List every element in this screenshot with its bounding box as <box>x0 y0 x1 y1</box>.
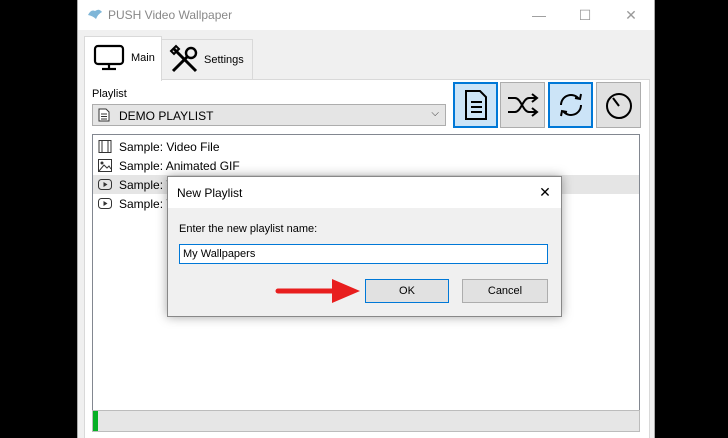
youtube-icon <box>98 198 112 209</box>
close-button[interactable]: ✕ <box>608 0 654 30</box>
list-item[interactable]: Sample: Animated GIF <box>93 156 639 175</box>
title-bar: PUSH Video Wallpaper — ☐ ✕ <box>78 0 654 30</box>
dialog-title-bar: New Playlist ✕ <box>168 177 561 208</box>
playlist-doc-icon <box>98 108 110 122</box>
youtube-icon <box>98 179 112 190</box>
ok-button[interactable]: OK <box>365 279 449 303</box>
tab-settings-label: Settings <box>204 54 244 66</box>
shuffle-icon <box>507 93 539 117</box>
playlist-name-input[interactable] <box>179 244 548 264</box>
list-item-label: Sample: Animated GIF <box>119 159 240 173</box>
list-item-label: Sample: Video File <box>119 140 220 154</box>
image-icon <box>98 159 112 172</box>
maximize-button[interactable]: ☐ <box>562 0 608 30</box>
dialog-title: New Playlist <box>177 186 243 200</box>
close-icon: ✕ <box>539 184 551 200</box>
window-title: PUSH Video Wallpaper <box>108 8 233 22</box>
document-icon <box>464 90 487 120</box>
progress-fill <box>93 411 99 431</box>
progress-bar <box>92 410 640 432</box>
playlist-label: Playlist <box>92 88 127 100</box>
tab-strip: Main Settings <box>78 30 654 81</box>
list-item-label: Sample: Y <box>119 197 175 211</box>
app-logo-icon <box>88 9 102 19</box>
new-playlist-dialog: New Playlist ✕ Enter the new playlist na… <box>167 176 562 317</box>
playlist-button[interactable] <box>453 82 498 128</box>
tab-settings[interactable]: Settings <box>161 39 253 80</box>
playlist-select[interactable]: DEMO PLAYLIST ⌵ <box>92 104 446 126</box>
timer-button[interactable] <box>596 82 641 128</box>
chevron-down-icon: ⌵ <box>431 108 439 119</box>
timer-icon <box>605 93 632 119</box>
close-icon: ✕ <box>625 6 637 23</box>
dialog-prompt: Enter the new playlist name: <box>179 223 318 235</box>
repeat-icon <box>559 93 582 117</box>
minimize-button[interactable]: — <box>516 0 562 30</box>
dialog-close-button[interactable]: ✕ <box>529 177 561 208</box>
tools-icon <box>169 44 198 73</box>
monitor-icon <box>93 44 125 71</box>
list-item-label: Sample: Y <box>119 178 175 192</box>
film-icon <box>98 140 112 153</box>
repeat-button[interactable] <box>548 82 593 128</box>
playlist-selected-value: DEMO PLAYLIST <box>119 109 214 123</box>
red-arrow-icon <box>275 279 360 303</box>
list-item[interactable]: Sample: Video File <box>93 137 639 156</box>
minimize-icon: — <box>532 7 546 23</box>
tab-main-label: Main <box>131 52 155 64</box>
shuffle-button[interactable] <box>500 82 545 128</box>
maximize-icon: ☐ <box>578 6 592 23</box>
tab-main[interactable]: Main <box>84 36 162 81</box>
cancel-button[interactable]: Cancel <box>462 279 548 303</box>
